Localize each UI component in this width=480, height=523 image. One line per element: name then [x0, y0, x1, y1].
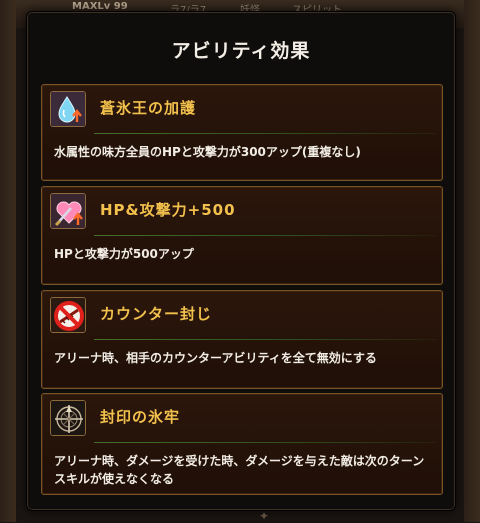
ability-name: 蒼氷王の加護: [100, 99, 197, 117]
ability-card: HP&攻撃力+500 HPと攻撃力が500アップ: [41, 186, 443, 285]
seal-sword-icon: [50, 400, 86, 436]
ability-description: HPと攻撃力が500アップ: [54, 247, 194, 261]
ability-description: アリーナ時、ダメージを受けた時、ダメージを与えた敵は次のターンスキルが使えなくな…: [54, 454, 425, 486]
ability-divider: [94, 133, 436, 134]
ability-divider: [94, 235, 436, 236]
ability-description: 水属性の味方全員のHPと攻撃力が300アップ(重複なし): [54, 145, 361, 159]
background-right-edge: [464, 0, 480, 522]
background-bottom-icon: ✦: [258, 509, 270, 523]
background-left-edge: [0, 0, 16, 522]
ability-name: HP&攻撃力+500: [100, 201, 236, 219]
ability-name: カウンター封じ: [100, 305, 213, 323]
ability-card: 封印の氷牢 アリーナ時、ダメージを受けた時、ダメージを与えた敵は次のターンスキル…: [41, 393, 443, 495]
ability-description: アリーナ時、相手のカウンターアビリティを全て無効にする: [54, 351, 377, 365]
counter-block-icon: [50, 297, 86, 333]
heart-sword-up-icon: [50, 193, 86, 229]
ability-card: 蒼氷王の加護 水属性の味方全員のHPと攻撃力が300アップ(重複なし): [41, 84, 443, 181]
water-element-up-icon: [50, 91, 86, 127]
ability-card: カウンター封じ アリーナ時、相手のカウンターアビリティを全て無効にする: [41, 290, 443, 389]
ability-divider: [94, 442, 436, 443]
ability-divider: [94, 339, 436, 340]
ability-name: 封印の氷牢: [100, 408, 181, 426]
ability-effects-dialog: アビリティ効果 蒼氷王の加護 水属性の味方全員のHPと攻撃力が300アップ(重複…: [26, 11, 456, 511]
dialog-title: アビリティ効果: [171, 40, 311, 62]
